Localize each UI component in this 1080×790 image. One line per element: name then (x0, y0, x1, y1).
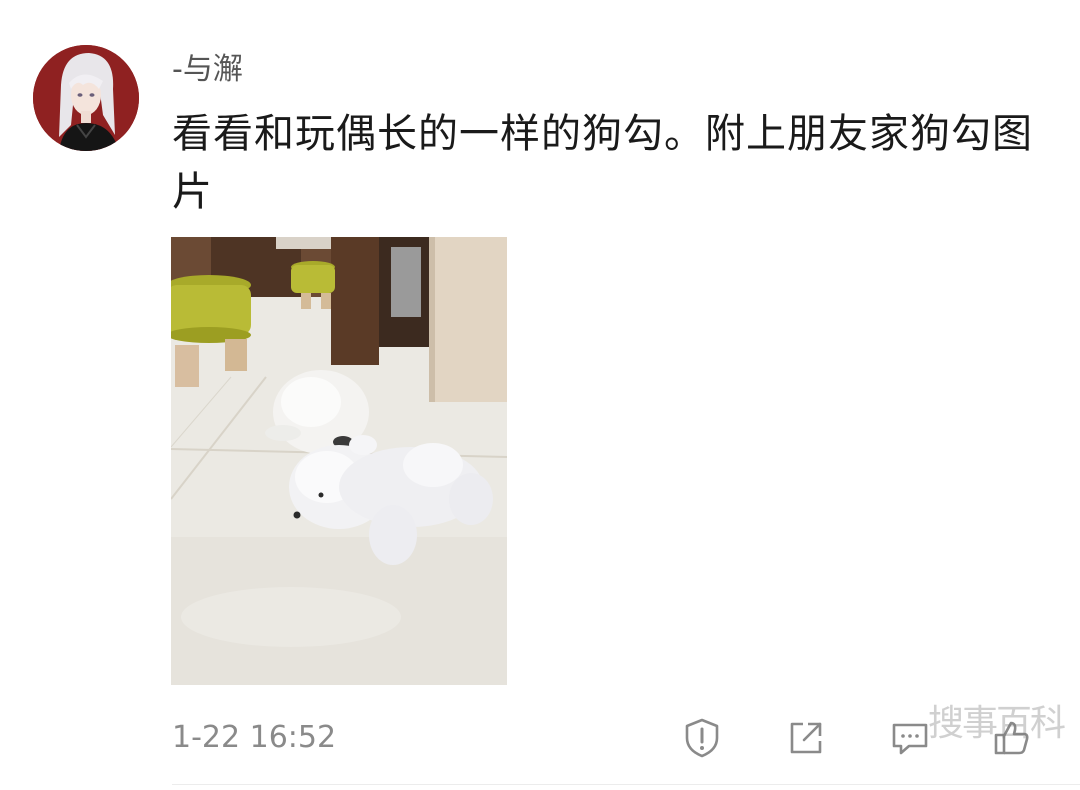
dog-and-plush-photo (171, 237, 507, 685)
share-external-icon (790, 722, 822, 754)
comment-button[interactable] (888, 716, 932, 760)
user-avatar[interactable] (33, 45, 139, 151)
avatar-illustration (33, 45, 139, 151)
comment-bubble-icon (892, 723, 928, 755)
post-text: 看看和玩偶长的一样的狗勾。附上朋友家狗勾图片 (172, 111, 1033, 215)
post-timestamp: 1-22 16:52 (172, 720, 337, 755)
share-button[interactable] (784, 716, 828, 760)
author-name[interactable]: -与澥 (172, 50, 243, 90)
thumbs-up-icon (994, 721, 1029, 755)
post-photo[interactable] (171, 237, 507, 685)
like-button[interactable] (990, 716, 1034, 760)
report-button[interactable] (680, 716, 724, 760)
warning-shield-icon (685, 718, 719, 758)
post-divider (172, 784, 1080, 785)
